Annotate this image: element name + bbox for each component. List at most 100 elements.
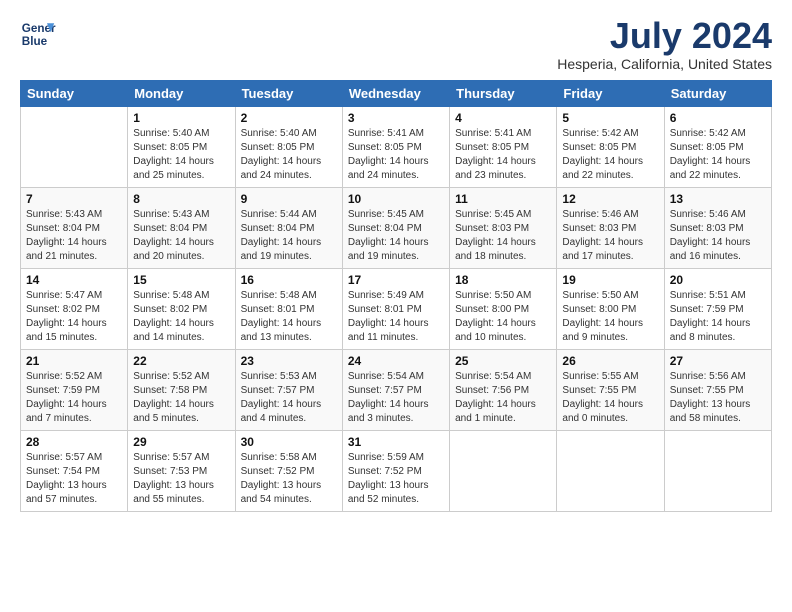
table-cell: 4Sunrise: 5:41 AMSunset: 8:05 PMDaylight… bbox=[450, 106, 557, 187]
header: General Blue July 2024 Hesperia, Califor… bbox=[20, 16, 772, 72]
day-number: 13 bbox=[670, 192, 766, 206]
day-number: 2 bbox=[241, 111, 337, 125]
day-number: 14 bbox=[26, 273, 122, 287]
table-cell: 29 Sunrise: 5:57 AMSunset: 7:53 PMDayligh… bbox=[128, 430, 235, 511]
week-row-4: 28 Sunrise: 5:57 AMSunset: 7:54 PMDayligh… bbox=[21, 430, 772, 511]
week-row-3: 21 Sunrise: 5:52 AMSunset: 7:59 PMDayligh… bbox=[21, 349, 772, 430]
day-info: Sunrise: 5:44 AMSunset: 8:04 PMDaylight:… bbox=[241, 208, 337, 264]
table-cell: 9 Sunrise: 5:44 AMSunset: 8:04 PMDaylight… bbox=[235, 187, 342, 268]
day-number: 3 bbox=[348, 111, 444, 125]
table-cell bbox=[21, 106, 128, 187]
day-number: 23 bbox=[241, 354, 337, 368]
table-cell: 26 Sunrise: 5:55 AMSunset: 7:55 PMDayligh… bbox=[557, 349, 664, 430]
week-row-0: 1Sunrise: 5:40 AMSunset: 8:05 PMDaylight… bbox=[21, 106, 772, 187]
day-info: Sunrise: 5:43 AMSunset: 8:04 PMDaylight:… bbox=[26, 208, 122, 264]
table-cell: 23Sunrise: 5:53 AMSunset: 7:57 PMDayligh… bbox=[235, 349, 342, 430]
day-number: 15 bbox=[133, 273, 229, 287]
col-monday: Monday bbox=[128, 80, 235, 106]
day-info: Sunrise: 5:49 AMSunset: 8:01 PMDaylight:… bbox=[348, 289, 444, 345]
day-info: Sunrise: 5:54 AMSunset: 7:56 PMDaylight:… bbox=[455, 370, 551, 426]
col-sunday: Sunday bbox=[21, 80, 128, 106]
page-wrapper: General Blue July 2024 Hesperia, Califor… bbox=[20, 16, 772, 512]
day-number: 20 bbox=[670, 273, 766, 287]
table-cell: 7 Sunrise: 5:43 AMSunset: 8:04 PMDaylight… bbox=[21, 187, 128, 268]
col-wednesday: Wednesday bbox=[342, 80, 449, 106]
day-number: 9 bbox=[241, 192, 337, 206]
table-cell: 19Sunrise: 5:50 AMSunset: 8:00 PMDayligh… bbox=[557, 268, 664, 349]
day-number: 28 bbox=[26, 435, 122, 449]
subtitle: Hesperia, California, United States bbox=[557, 56, 772, 72]
day-number: 22 bbox=[133, 354, 229, 368]
day-number: 17 bbox=[348, 273, 444, 287]
week-row-1: 7 Sunrise: 5:43 AMSunset: 8:04 PMDaylight… bbox=[21, 187, 772, 268]
table-cell: 25 Sunrise: 5:54 AMSunset: 7:56 PMDayligh… bbox=[450, 349, 557, 430]
table-cell bbox=[664, 430, 771, 511]
table-cell: 5 Sunrise: 5:42 AMSunset: 8:05 PMDaylight… bbox=[557, 106, 664, 187]
day-number: 31 bbox=[348, 435, 444, 449]
day-info: Sunrise: 5:50 AMSunset: 8:00 PMDaylight:… bbox=[455, 289, 551, 345]
day-info: Sunrise: 5:40 AMSunset: 8:05 PMDaylight:… bbox=[241, 127, 337, 183]
day-number: 21 bbox=[26, 354, 122, 368]
logo: General Blue bbox=[20, 16, 56, 52]
day-info: Sunrise: 5:58 AMSunset: 7:52 PMDaylight:… bbox=[241, 451, 337, 507]
table-cell: 17 Sunrise: 5:49 AMSunset: 8:01 PMDayligh… bbox=[342, 268, 449, 349]
day-number: 16 bbox=[241, 273, 337, 287]
table-cell: 31Sunrise: 5:59 AMSunset: 7:52 PMDayligh… bbox=[342, 430, 449, 511]
logo-icon: General Blue bbox=[20, 16, 56, 52]
calendar-body: 1Sunrise: 5:40 AMSunset: 8:05 PMDaylight… bbox=[21, 106, 772, 511]
day-number: 25 bbox=[455, 354, 551, 368]
table-cell: 27Sunrise: 5:56 AMSunset: 7:55 PMDayligh… bbox=[664, 349, 771, 430]
table-cell: 22 Sunrise: 5:52 AMSunset: 7:58 PMDayligh… bbox=[128, 349, 235, 430]
table-cell: 2 Sunrise: 5:40 AMSunset: 8:05 PMDaylight… bbox=[235, 106, 342, 187]
table-cell: 30 Sunrise: 5:58 AMSunset: 7:52 PMDayligh… bbox=[235, 430, 342, 511]
day-info: Sunrise: 5:57 AMSunset: 7:54 PMDaylight:… bbox=[26, 451, 122, 507]
calendar-header: Sunday Monday Tuesday Wednesday Thursday… bbox=[21, 80, 772, 106]
day-info: Sunrise: 5:43 AMSunset: 8:04 PMDaylight:… bbox=[133, 208, 229, 264]
day-info: Sunrise: 5:40 AMSunset: 8:05 PMDaylight:… bbox=[133, 127, 229, 183]
table-cell bbox=[557, 430, 664, 511]
day-info: Sunrise: 5:51 AMSunset: 7:59 PMDaylight:… bbox=[670, 289, 766, 345]
day-info: Sunrise: 5:55 AMSunset: 7:55 PMDaylight:… bbox=[562, 370, 658, 426]
table-cell: 3 Sunrise: 5:41 AMSunset: 8:05 PMDaylight… bbox=[342, 106, 449, 187]
table-cell: 24 Sunrise: 5:54 AMSunset: 7:57 PMDayligh… bbox=[342, 349, 449, 430]
day-number: 7 bbox=[26, 192, 122, 206]
day-info: Sunrise: 5:48 AMSunset: 8:01 PMDaylight:… bbox=[241, 289, 337, 345]
day-info: Sunrise: 5:46 AMSunset: 8:03 PMDaylight:… bbox=[562, 208, 658, 264]
table-cell: 1Sunrise: 5:40 AMSunset: 8:05 PMDaylight… bbox=[128, 106, 235, 187]
table-cell: 18 Sunrise: 5:50 AMSunset: 8:00 PMDayligh… bbox=[450, 268, 557, 349]
col-thursday: Thursday bbox=[450, 80, 557, 106]
day-info: Sunrise: 5:52 AMSunset: 7:58 PMDaylight:… bbox=[133, 370, 229, 426]
day-number: 18 bbox=[455, 273, 551, 287]
day-number: 26 bbox=[562, 354, 658, 368]
day-info: Sunrise: 5:52 AMSunset: 7:59 PMDaylight:… bbox=[26, 370, 122, 426]
col-saturday: Saturday bbox=[664, 80, 771, 106]
table-cell: 8Sunrise: 5:43 AMSunset: 8:04 PMDaylight… bbox=[128, 187, 235, 268]
table-cell: 6Sunrise: 5:42 AMSunset: 8:05 PMDaylight… bbox=[664, 106, 771, 187]
main-title: July 2024 bbox=[557, 16, 772, 56]
table-cell: 21 Sunrise: 5:52 AMSunset: 7:59 PMDayligh… bbox=[21, 349, 128, 430]
day-info: Sunrise: 5:42 AMSunset: 8:05 PMDaylight:… bbox=[670, 127, 766, 183]
day-info: Sunrise: 5:56 AMSunset: 7:55 PMDaylight:… bbox=[670, 370, 766, 426]
day-number: 5 bbox=[562, 111, 658, 125]
table-cell: 14 Sunrise: 5:47 AMSunset: 8:02 PMDayligh… bbox=[21, 268, 128, 349]
day-number: 29 bbox=[133, 435, 229, 449]
week-row-2: 14 Sunrise: 5:47 AMSunset: 8:02 PMDayligh… bbox=[21, 268, 772, 349]
table-cell: 28 Sunrise: 5:57 AMSunset: 7:54 PMDayligh… bbox=[21, 430, 128, 511]
day-number: 30 bbox=[241, 435, 337, 449]
table-cell bbox=[450, 430, 557, 511]
day-info: Sunrise: 5:47 AMSunset: 8:02 PMDaylight:… bbox=[26, 289, 122, 345]
day-info: Sunrise: 5:42 AMSunset: 8:05 PMDaylight:… bbox=[562, 127, 658, 183]
day-info: Sunrise: 5:45 AMSunset: 8:04 PMDaylight:… bbox=[348, 208, 444, 264]
day-number: 12 bbox=[562, 192, 658, 206]
table-cell: 20 Sunrise: 5:51 AMSunset: 7:59 PMDayligh… bbox=[664, 268, 771, 349]
day-number: 4 bbox=[455, 111, 551, 125]
day-info: Sunrise: 5:41 AMSunset: 8:05 PMDaylight:… bbox=[348, 127, 444, 183]
day-number: 24 bbox=[348, 354, 444, 368]
day-info: Sunrise: 5:48 AMSunset: 8:02 PMDaylight:… bbox=[133, 289, 229, 345]
day-info: Sunrise: 5:54 AMSunset: 7:57 PMDaylight:… bbox=[348, 370, 444, 426]
day-info: Sunrise: 5:50 AMSunset: 8:00 PMDaylight:… bbox=[562, 289, 658, 345]
table-cell: 11Sunrise: 5:45 AMSunset: 8:03 PMDayligh… bbox=[450, 187, 557, 268]
day-info: Sunrise: 5:57 AMSunset: 7:53 PMDaylight:… bbox=[133, 451, 229, 507]
table-cell: 16 Sunrise: 5:48 AMSunset: 8:01 PMDayligh… bbox=[235, 268, 342, 349]
col-tuesday: Tuesday bbox=[235, 80, 342, 106]
